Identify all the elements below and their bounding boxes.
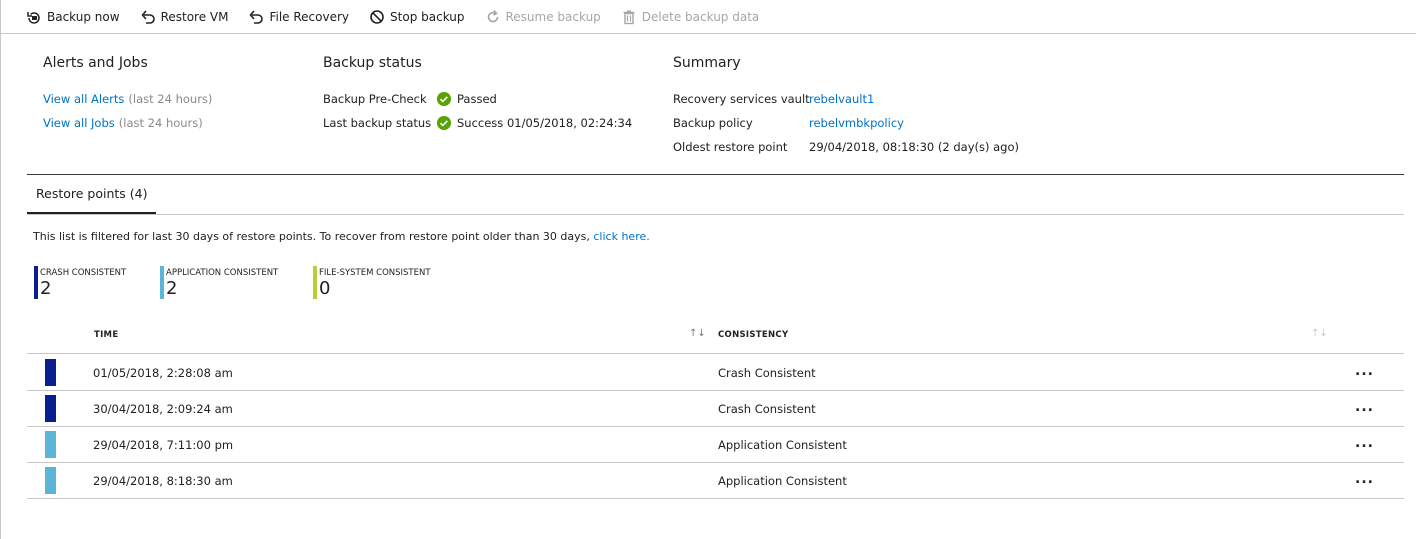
stop-backup-button[interactable]: Stop backup: [369, 0, 465, 34]
stop-backup-label: Stop backup: [390, 9, 465, 24]
restore-vm-label: Restore VM: [160, 9, 229, 24]
resume-backup-label: Resume backup: [505, 9, 601, 24]
column-header-time[interactable]: TIME: [94, 330, 118, 340]
restore-points-table-header: TIME ↑↓ CONSISTENCY ↑↓: [27, 318, 1404, 354]
table-row[interactable]: 01/05/2018, 2:28:08 am Crash Consistent …: [27, 355, 1404, 391]
alerts-and-jobs-title: Alerts and Jobs: [43, 55, 148, 71]
backup-now-label: Backup now: [47, 9, 120, 24]
view-all-alerts-link[interactable]: View all Alerts: [43, 92, 124, 106]
jobs-period-note: (last 24 hours): [118, 116, 203, 130]
trash-icon: [623, 10, 635, 24]
block-icon: [370, 9, 384, 24]
row-time: 29/04/2018, 8:18:30 am: [93, 474, 233, 488]
undo-icon: [249, 9, 264, 24]
application-consistent-counter: APPLICATION CONSISTENT 2: [160, 266, 278, 299]
tab-strip-border: [27, 214, 1404, 215]
row-consistency: Application Consistent: [718, 474, 847, 488]
table-row[interactable]: 29/04/2018, 8:18:30 am Application Consi…: [27, 463, 1404, 499]
filter-note: This list is filtered for last 30 days o…: [33, 230, 650, 243]
jobs-row: View all Jobs (last 24 hours): [43, 111, 212, 135]
consistency-swatch: [45, 395, 56, 422]
backup-now-button[interactable]: Backup now: [26, 0, 120, 34]
last-backup-value: Success 01/05/2018, 02:24:34: [457, 116, 633, 130]
backup-status-section: Backup status Backup Pre-Check Passed La…: [323, 55, 632, 135]
crash-consistent-color-bar: [34, 266, 38, 299]
alerts-period-note: (last 24 hours): [128, 92, 213, 106]
view-all-jobs-link[interactable]: View all Jobs: [43, 116, 115, 130]
filter-note-text: This list is filtered for last 30 days o…: [33, 230, 590, 243]
application-consistent-color-bar: [160, 266, 164, 299]
consistency-swatch: [45, 467, 56, 494]
table-row[interactable]: 29/04/2018, 7:11:00 pm Application Consi…: [27, 427, 1404, 463]
alerts-row: View all Alerts (last 24 hours): [43, 87, 212, 111]
success-check-icon: [437, 92, 451, 106]
consistency-swatch: [45, 431, 56, 458]
oldest-restore-value: 29/04/2018, 08:18:30 (2 day(s) ago): [809, 140, 1019, 154]
restore-vm-button[interactable]: Restore VM: [140, 0, 229, 34]
row-consistency: Application Consistent: [718, 438, 847, 452]
row-time: 01/05/2018, 2:28:08 am: [93, 366, 233, 380]
summary-title: Summary: [673, 55, 741, 71]
column-header-consistency[interactable]: CONSISTENCY: [718, 330, 788, 340]
application-consistent-count: 2: [166, 278, 178, 299]
undo-icon: [140, 9, 155, 24]
crash-consistent-count: 2: [40, 278, 52, 299]
more-options-icon[interactable]: ...: [1355, 363, 1374, 379]
more-options-icon[interactable]: ...: [1355, 471, 1374, 487]
file-recovery-button[interactable]: File Recovery: [248, 0, 349, 34]
file-system-consistent-count: 0: [319, 278, 331, 299]
sort-time-icon[interactable]: ↑↓: [689, 328, 706, 339]
file-system-consistent-label: FILE-SYSTEM CONSISTENT: [319, 268, 431, 278]
row-consistency: Crash Consistent: [718, 366, 816, 380]
refresh-icon: [487, 9, 498, 22]
row-time: 30/04/2018, 2:09:24 am: [93, 402, 233, 416]
more-options-icon[interactable]: ...: [1355, 399, 1374, 415]
command-bar: Backup now Restore VM File Recovery Stop…: [1, 0, 1416, 34]
precheck-label: Backup Pre-Check: [323, 92, 427, 106]
vault-row: Recovery services vault rebelvault1: [673, 87, 1019, 111]
delete-backup-data-label: Delete backup data: [641, 9, 760, 24]
backup-now-icon: [27, 11, 40, 24]
oldest-restore-row: Oldest restore point 29/04/2018, 08:18:3…: [673, 135, 1019, 159]
policy-row: Backup policy rebelvmbkpolicy: [673, 111, 1019, 135]
backup-status-title: Backup status: [323, 55, 422, 71]
sort-consistency-icon[interactable]: ↑↓: [1311, 328, 1328, 339]
crash-consistent-label: CRASH CONSISTENT: [40, 268, 127, 278]
delete-backup-data-button[interactable]: Delete backup data: [621, 0, 759, 34]
click-here-link[interactable]: click here.: [593, 230, 649, 243]
more-options-icon[interactable]: ...: [1355, 435, 1374, 451]
precheck-row: Backup Pre-Check Passed: [323, 87, 632, 111]
table-row[interactable]: 30/04/2018, 2:09:24 am Crash Consistent …: [27, 391, 1404, 427]
section-divider: [27, 174, 1404, 175]
summary-section: Summary Recovery services vault rebelvau…: [673, 55, 1019, 159]
precheck-value: Passed: [457, 92, 497, 106]
row-consistency: Crash Consistent: [718, 402, 816, 416]
policy-label: Backup policy: [673, 116, 753, 130]
consistency-swatch: [45, 359, 56, 386]
last-backup-label: Last backup status: [323, 116, 432, 130]
vault-link[interactable]: rebelvault1: [809, 92, 874, 106]
alerts-and-jobs-section: Alerts and Jobs View all Alerts (last 24…: [43, 55, 212, 135]
vault-label: Recovery services vault: [673, 92, 810, 106]
file-system-consistent-color-bar: [313, 266, 317, 299]
last-backup-row: Last backup status Success 01/05/2018, 0…: [323, 111, 632, 135]
backup-item-blade: Backup now Restore VM File Recovery Stop…: [0, 0, 1416, 539]
oldest-restore-label: Oldest restore point: [673, 140, 788, 154]
row-time: 29/04/2018, 7:11:00 pm: [93, 438, 234, 452]
success-check-icon: [437, 116, 451, 130]
application-consistent-label: APPLICATION CONSISTENT: [166, 268, 279, 278]
crash-consistent-counter: CRASH CONSISTENT 2: [34, 266, 126, 299]
file-recovery-label: File Recovery: [269, 9, 350, 24]
tab-restore-points[interactable]: Restore points (4): [27, 186, 157, 214]
policy-link[interactable]: rebelvmbkpolicy: [809, 116, 904, 130]
file-system-consistent-counter: FILE-SYSTEM CONSISTENT 0: [313, 266, 431, 299]
resume-backup-button[interactable]: Resume backup: [485, 0, 601, 34]
